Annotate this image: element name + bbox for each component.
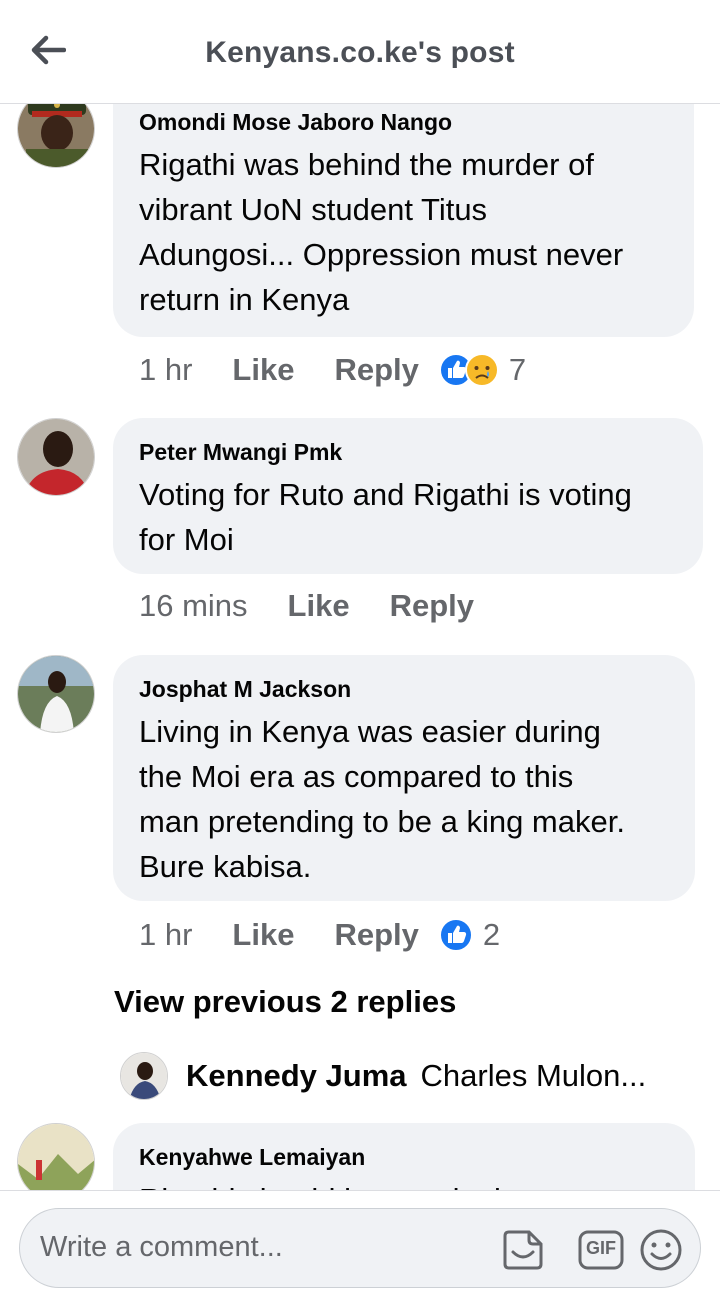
avatar[interactable] [17,1123,95,1190]
avatar[interactable] [17,418,95,496]
like-button[interactable]: Like [232,352,294,388]
avatar[interactable] [17,655,95,733]
comment-input[interactable]: Write a comment... [40,1231,283,1264]
page-title: Kenyans.co.ke's post [205,36,515,69]
comment-time[interactable]: 1 hr [139,352,192,388]
like-button[interactable]: Like [232,917,294,953]
sticker-icon [503,1230,543,1270]
reaction-count: 2 [482,917,501,952]
comment-time[interactable]: 1 hr [139,917,192,953]
comment-text: Living in Kenya was easier during the Mo… [139,714,625,884]
comment-author[interactable]: Kenyahwe Lemaiyan [139,1143,669,1171]
reply-preview[interactable]: Kennedy Juma Charles Mulon... [120,1052,646,1100]
reply-button[interactable]: Reply [390,588,474,624]
comment-time[interactable]: 16 mins [139,588,248,624]
reply-author[interactable]: Kennedy Juma [186,1058,407,1094]
comment-author[interactable]: Josphat M Jackson [139,675,669,703]
avatar[interactable] [120,1052,168,1100]
comments-feed[interactable]: Omondi Mose Jaboro Nango Rigathi was beh… [0,104,720,1190]
reply-button[interactable]: Reply [334,917,418,953]
comment-bubble[interactable]: Josphat M Jackson Living in Kenya was ea… [113,655,695,901]
like-reaction-icon [438,918,473,952]
comment-text: Rigathi was behind the murder of vibrant… [139,147,624,317]
gif-label: GIF [586,1238,616,1258]
like-button[interactable]: Like [288,588,350,624]
comment-meta: 16 mins Like Reply [139,588,514,624]
comment-text: Rigathi should just apologize so we [139,1177,669,1190]
avatar[interactable] [17,104,95,168]
sad-reaction-icon [464,353,499,387]
sticker-button[interactable] [498,1225,548,1275]
comment-author[interactable]: Omondi Mose Jaboro Nango [139,108,668,136]
top-bar: Kenyans.co.ke's post [0,0,720,104]
reaction-count: 7 [508,352,527,387]
comment-bubble[interactable]: Peter Mwangi Pmk Voting for Ruto and Rig… [113,418,703,574]
comment-composer: Write a comment... GIF [0,1190,720,1305]
comment-input-box[interactable]: Write a comment... GIF [19,1208,701,1288]
comment-bubble[interactable]: Kenyahwe Lemaiyan Rigathi should just ap… [113,1123,695,1190]
reply-button[interactable]: Reply [334,352,418,388]
comment-meta: 1 hr Like Reply 2 [139,917,500,953]
comment-bubble[interactable]: Omondi Mose Jaboro Nango Rigathi was beh… [113,104,694,337]
gif-button[interactable]: GIF [576,1225,626,1275]
view-previous-replies-link[interactable]: View previous 2 replies [114,984,456,1020]
comment-meta: 1 hr Like Reply 7 [139,352,526,388]
reactions-summary[interactable]: 7 [438,352,527,388]
emoji-button[interactable] [636,1225,686,1275]
smiley-icon [640,1229,682,1271]
reactions-summary[interactable]: 2 [438,917,501,953]
comment-text: Voting for Ruto and Rigathi is voting fo… [139,477,632,557]
comment-author[interactable]: Peter Mwangi Pmk [139,438,677,466]
reply-snippet: Charles Mulon... [420,1058,647,1093]
